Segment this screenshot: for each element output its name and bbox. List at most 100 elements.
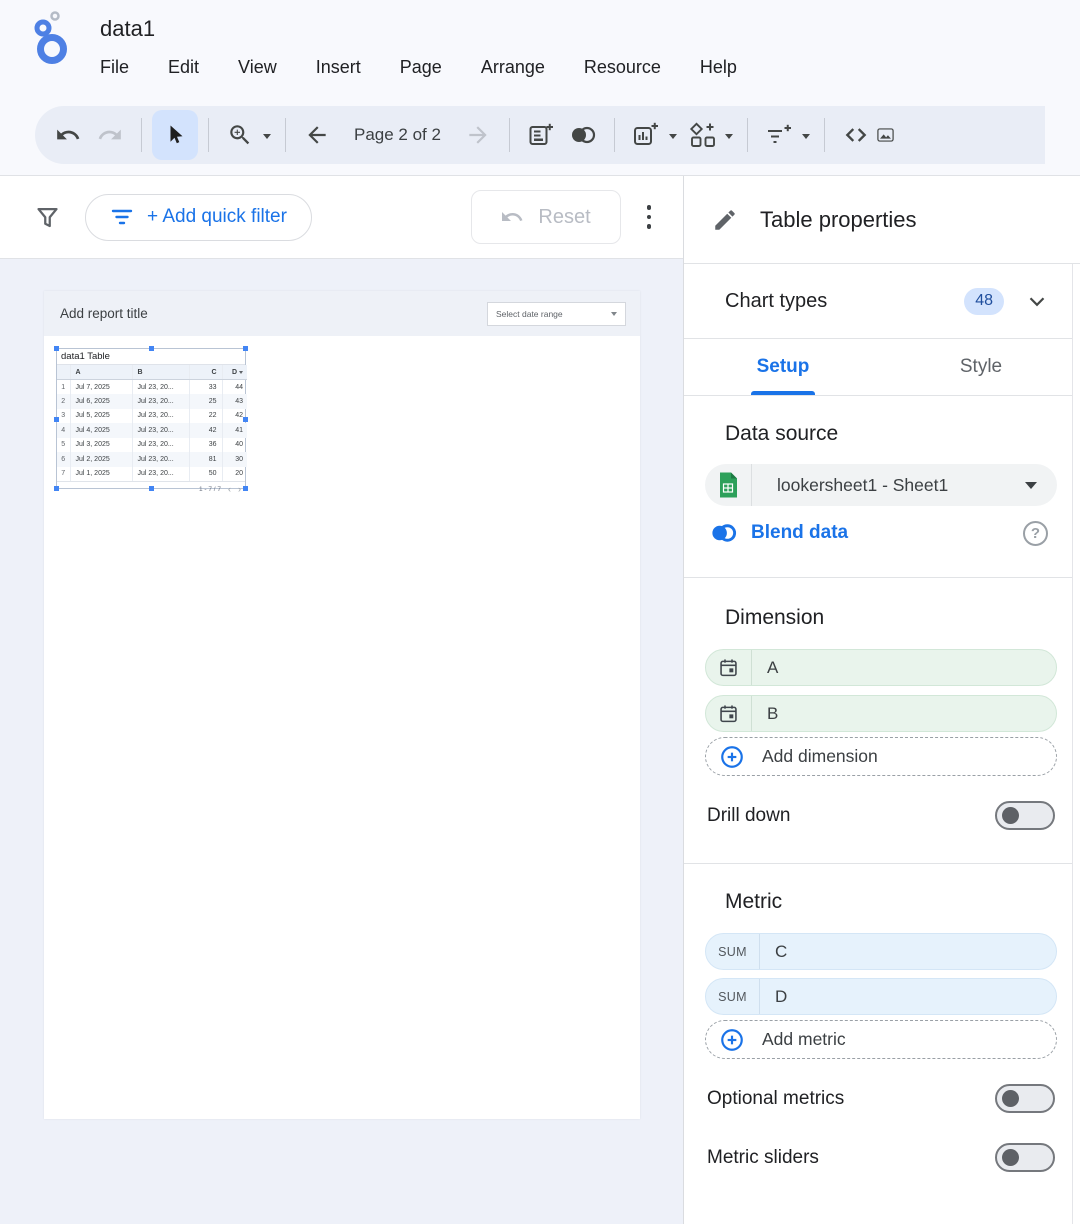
- panel-scrollbar[interactable]: [1072, 264, 1080, 1224]
- selection-handle[interactable]: [54, 486, 59, 491]
- table-row: 7 Jul 1, 2025 Jul 23, 20... 50 20: [57, 467, 247, 482]
- menu-item-view[interactable]: View: [238, 57, 277, 78]
- menu-item-file[interactable]: File: [100, 57, 129, 78]
- metric-sliders-label: Metric sliders: [707, 1147, 819, 1169]
- more-options-icon[interactable]: [637, 197, 662, 237]
- report-page[interactable]: Add report title Select date range data1…: [44, 291, 640, 1119]
- table-header-b[interactable]: B: [132, 365, 189, 380]
- metric-sliders-toggle[interactable]: [995, 1143, 1055, 1172]
- panel-tabs: Setup Style: [684, 339, 1080, 396]
- table-header-d[interactable]: D: [222, 365, 247, 380]
- menu-item-page[interactable]: Page: [400, 57, 442, 78]
- help-icon[interactable]: [1023, 521, 1048, 546]
- previous-page-icon[interactable]: [296, 113, 338, 157]
- table-row: 3 Jul 5, 2025 Jul 23, 20... 22 42: [57, 409, 247, 424]
- blend-data-link[interactable]: Blend data: [751, 522, 848, 544]
- metric-field-name: C: [760, 942, 787, 962]
- undo-icon[interactable]: [47, 113, 89, 157]
- report-canvas[interactable]: Add report title Select date range data1…: [0, 259, 683, 1224]
- selection-handle[interactable]: [54, 346, 59, 351]
- chart-types-label: Chart types: [725, 290, 964, 313]
- table-row: 2 Jul 6, 2025 Jul 23, 20... 25 43: [57, 394, 247, 409]
- reset-button[interactable]: Reset: [471, 190, 621, 244]
- blend-data-icon[interactable]: [562, 113, 604, 157]
- zoom-tool-icon[interactable]: [219, 113, 261, 157]
- add-page-icon[interactable]: [520, 113, 562, 157]
- metric-field-name: D: [760, 987, 787, 1007]
- menu-bar: File Edit View Insert Page Arrange Resou…: [100, 57, 737, 78]
- calendar-icon: [706, 696, 752, 731]
- add-chart-icon[interactable]: [625, 113, 667, 157]
- metric-chip-d[interactable]: SUM D: [705, 978, 1057, 1015]
- pagination-next-icon[interactable]: ›: [238, 485, 241, 494]
- metric-sliders-row: Metric sliders: [705, 1143, 1057, 1172]
- chevron-down-icon[interactable]: [1024, 288, 1050, 314]
- select-tool-icon[interactable]: [152, 110, 198, 160]
- tab-style[interactable]: Style: [882, 339, 1080, 395]
- section-divider: [684, 863, 1080, 864]
- toolbar-divider: [285, 118, 286, 152]
- chart-types-row[interactable]: Chart types 48: [684, 264, 1080, 339]
- report-name[interactable]: data1: [100, 16, 737, 42]
- looker-studio-logo-icon[interactable]: [28, 10, 74, 64]
- active-tab-underline: [751, 391, 815, 395]
- metric-chip-c[interactable]: SUM C: [705, 933, 1057, 970]
- reset-label: Reset: [538, 206, 590, 229]
- menu-item-resource[interactable]: Resource: [584, 57, 661, 78]
- menu-item-arrange[interactable]: Arrange: [481, 57, 545, 78]
- table-header-a[interactable]: A: [70, 365, 132, 380]
- dimension-chip-a[interactable]: A: [705, 649, 1057, 686]
- selection-handle[interactable]: [243, 346, 248, 351]
- data-source-name: lookersheet1 - Sheet1: [752, 475, 1025, 496]
- zoom-dropdown-caret-icon[interactable]: [263, 134, 271, 139]
- selection-handle[interactable]: [54, 417, 59, 422]
- add-metric-button[interactable]: Add metric: [705, 1020, 1057, 1059]
- menu-item-help[interactable]: Help: [700, 57, 737, 78]
- date-range-caret-icon: [611, 312, 617, 316]
- add-control-caret-icon[interactable]: [725, 134, 733, 139]
- dimension-chip-b[interactable]: B: [705, 695, 1057, 732]
- image-icon[interactable]: [877, 113, 894, 157]
- redo-icon[interactable]: [89, 113, 131, 157]
- aggregation-label[interactable]: SUM: [706, 934, 760, 969]
- next-page-icon[interactable]: [457, 113, 499, 157]
- panel-title: Table properties: [760, 207, 917, 233]
- app-header: data1 File Edit View Insert Page Arrange…: [0, 0, 1080, 100]
- optional-metrics-row: Optional metrics: [705, 1084, 1057, 1113]
- date-range-control[interactable]: Select date range: [487, 302, 626, 326]
- data-source-selector[interactable]: lookersheet1 - Sheet1: [705, 464, 1057, 506]
- page-indicator[interactable]: Page 2 of 2: [354, 125, 441, 145]
- table-chart-widget[interactable]: data1 Table A B C D: [56, 348, 246, 489]
- add-quick-filter-button[interactable]: + Add quick filter: [85, 194, 312, 241]
- plus-circle-icon: [719, 744, 745, 770]
- selection-handle[interactable]: [243, 486, 248, 491]
- selection-handle[interactable]: [149, 346, 154, 351]
- embed-code-icon[interactable]: [835, 113, 877, 157]
- sort-desc-icon: [239, 371, 243, 374]
- report-header-band: Add report title Select date range: [44, 291, 640, 336]
- menu-item-insert[interactable]: Insert: [316, 57, 361, 78]
- selection-handle[interactable]: [149, 486, 154, 491]
- menu-item-edit[interactable]: Edit: [168, 57, 199, 78]
- calendar-icon: [706, 650, 752, 685]
- reset-undo-icon: [500, 205, 524, 229]
- pagination-prev-icon[interactable]: ‹: [228, 485, 231, 494]
- date-range-label: Select date range: [496, 309, 563, 319]
- optional-metrics-toggle[interactable]: [995, 1084, 1055, 1113]
- drill-down-toggle[interactable]: [995, 801, 1055, 830]
- selection-handle[interactable]: [243, 417, 248, 422]
- report-title-placeholder[interactable]: Add report title: [60, 306, 148, 321]
- add-filter-icon[interactable]: [758, 113, 800, 157]
- main-area: + Add quick filter Reset Add report titl…: [0, 175, 1080, 1224]
- table-header-c[interactable]: C: [189, 365, 222, 380]
- add-dimension-button[interactable]: Add dimension: [705, 737, 1057, 776]
- tab-setup[interactable]: Setup: [684, 339, 882, 395]
- filter-funnel-icon: [34, 204, 61, 231]
- properties-panel: Table properties Chart types 48 Setup St…: [683, 176, 1080, 1224]
- add-filter-caret-icon[interactable]: [802, 134, 810, 139]
- section-divider: [684, 577, 1080, 578]
- add-chart-caret-icon[interactable]: [669, 134, 677, 139]
- filter-list-icon: [110, 205, 134, 229]
- add-control-icon[interactable]: [681, 113, 723, 157]
- aggregation-label[interactable]: SUM: [706, 979, 760, 1014]
